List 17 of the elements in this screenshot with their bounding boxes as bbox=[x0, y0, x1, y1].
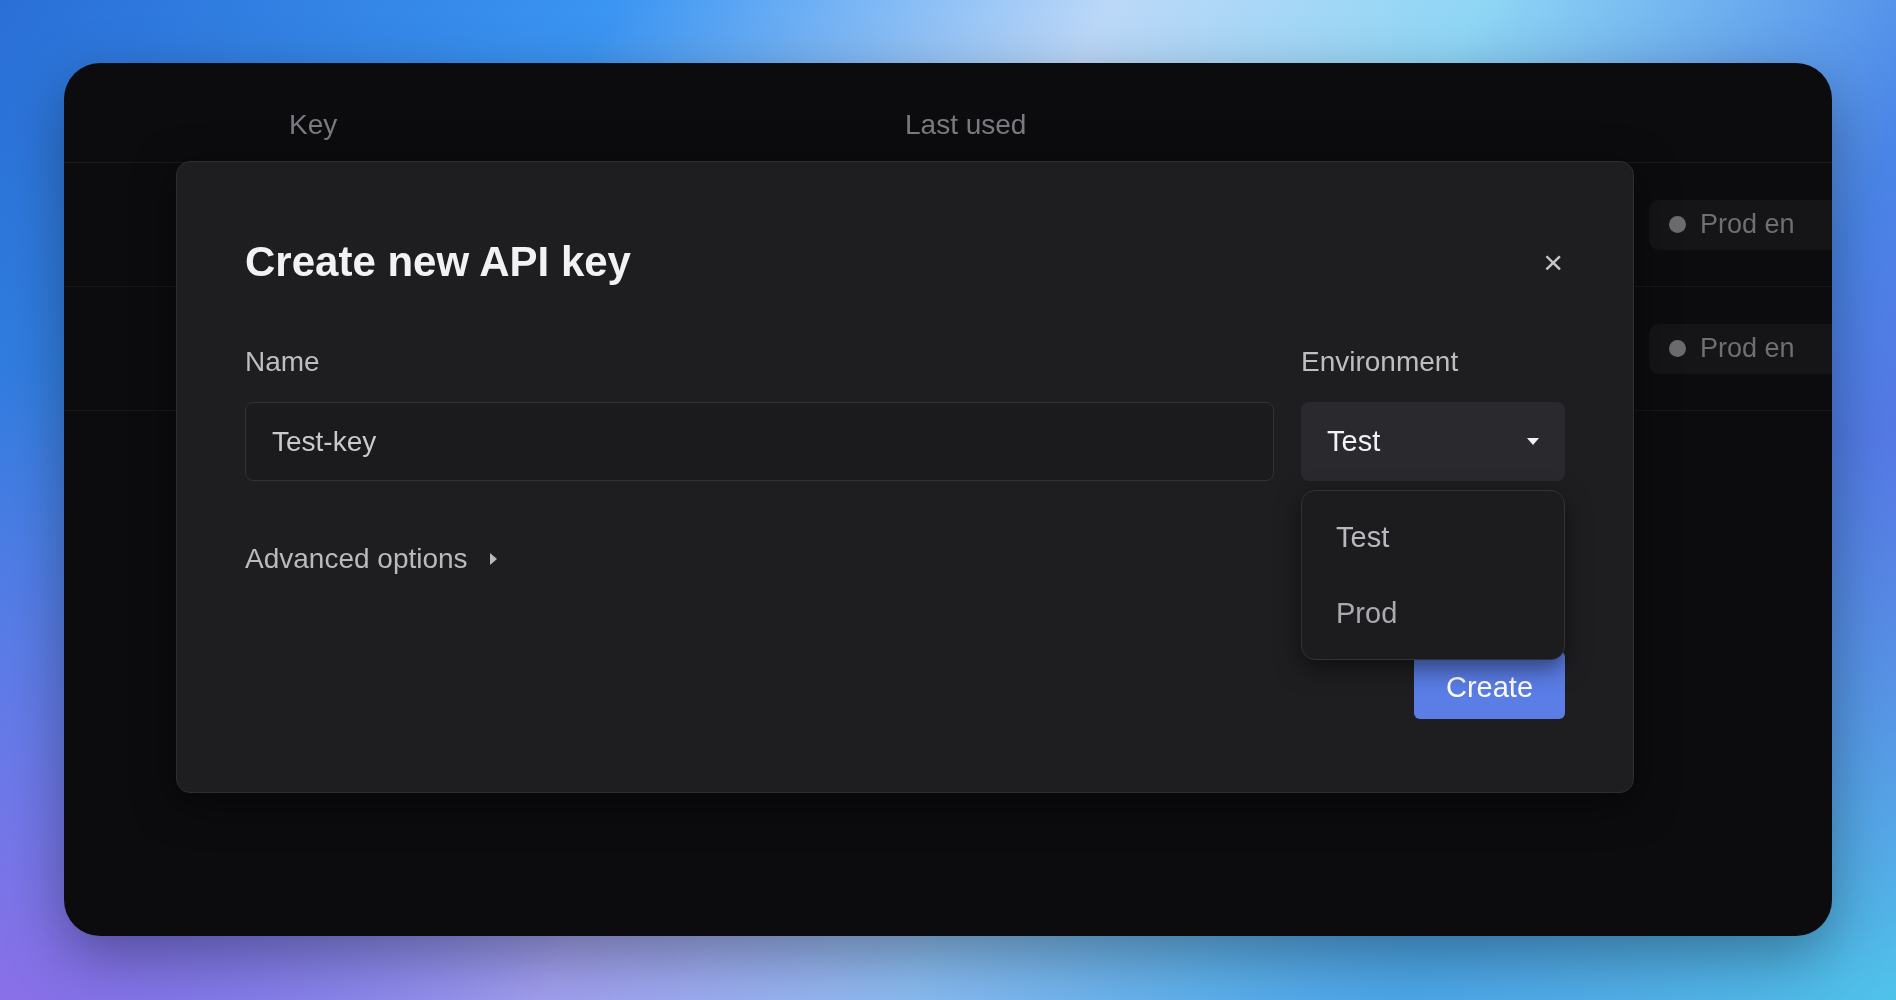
column-header: Last used bbox=[905, 108, 1028, 141]
name-input-field[interactable]: Test-key bbox=[245, 402, 1274, 481]
caret-icon bbox=[1527, 437, 1539, 446]
field-label: Environment bbox=[1301, 346, 1460, 378]
environment-label: Prod en bbox=[1700, 333, 1795, 364]
close-button[interactable]: × bbox=[1541, 245, 1565, 279]
advanced-options-toggle[interactable]: Advanced options bbox=[245, 543, 498, 575]
environment-label: Prod en bbox=[1700, 209, 1795, 240]
field-label: Name bbox=[245, 346, 321, 378]
status-dot-icon bbox=[1669, 340, 1686, 357]
caret-icon bbox=[489, 553, 498, 565]
environment-select[interactable]: Test bbox=[1301, 402, 1565, 481]
status-dot-icon bbox=[1669, 216, 1686, 233]
column-header: Key bbox=[289, 108, 339, 141]
dropdown-option[interactable]: Prod bbox=[1302, 575, 1564, 651]
dropdown-option[interactable]: Test bbox=[1302, 499, 1564, 575]
dialog-title: Create new API key bbox=[245, 238, 631, 286]
